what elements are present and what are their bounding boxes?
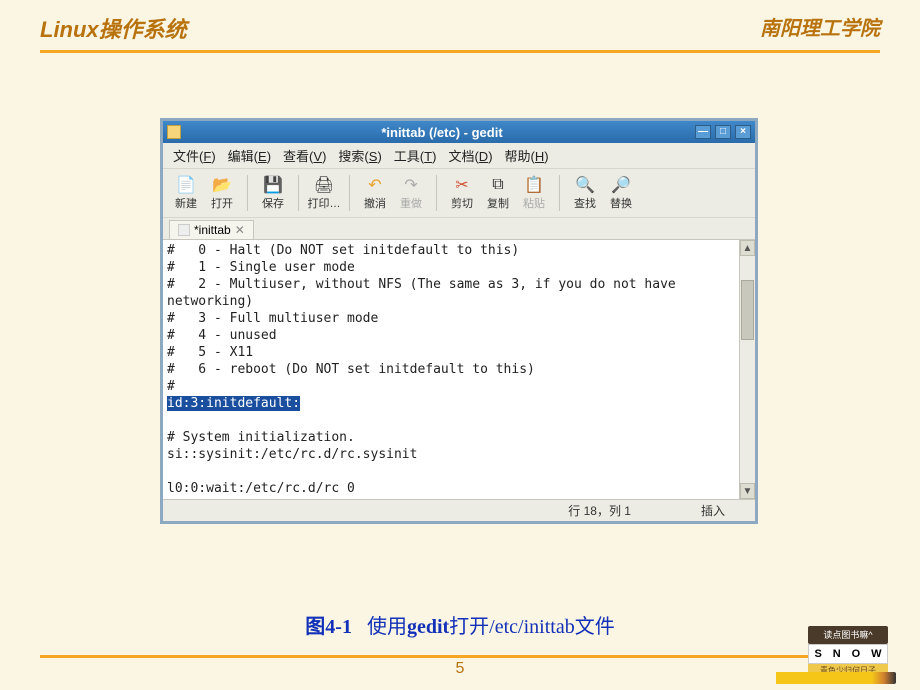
- document-icon: [178, 224, 190, 236]
- window-title: *inittab (/etc) - gedit: [189, 125, 695, 140]
- editor-body: # 0 - Halt (Do NOT set initdefault to th…: [163, 239, 755, 499]
- paste-icon: 📋: [523, 175, 545, 195]
- toolbar-separator: [247, 175, 248, 211]
- header-right: 南阳理工学院: [760, 12, 880, 44]
- menu-tools[interactable]: 工具(T): [394, 146, 437, 165]
- menu-view[interactable]: 查看(V): [283, 146, 326, 165]
- tab-label: *inittab: [194, 223, 231, 237]
- scrollbar-thumb[interactable]: [741, 280, 754, 340]
- maximize-button[interactable]: □: [715, 125, 731, 139]
- footer-rule: [40, 655, 880, 658]
- save-button[interactable]: 💾 保存: [256, 173, 290, 213]
- cut-icon: ✂: [451, 175, 473, 195]
- replace-icon: 🔎: [610, 175, 632, 195]
- toolbar-separator: [349, 175, 350, 211]
- save-icon: 💾: [262, 175, 284, 195]
- editor-textarea[interactable]: # 0 - Halt (Do NOT set initdefault to th…: [163, 240, 739, 499]
- open-folder-icon: 📂: [211, 175, 233, 195]
- undo-icon: ↶: [364, 175, 386, 195]
- titlebar[interactable]: *inittab (/etc) - gedit — □ ×: [163, 121, 755, 143]
- tab-close-icon[interactable]: ✕: [235, 223, 245, 237]
- undo-button[interactable]: ↶ 撤消: [358, 173, 392, 213]
- deco-snow: S N O W: [808, 644, 888, 664]
- scroll-down-arrow[interactable]: ▼: [740, 483, 755, 499]
- toolbar-separator: [436, 175, 437, 211]
- header-left: Linux操作系统: [40, 12, 187, 44]
- redo-icon: ↷: [400, 175, 422, 195]
- tab-inittab[interactable]: *inittab ✕: [169, 220, 254, 239]
- print-button[interactable]: 🖨 打印…: [307, 173, 341, 213]
- menu-docs[interactable]: 文档(D): [448, 146, 492, 165]
- menu-edit[interactable]: 编辑(E): [228, 146, 271, 165]
- replace-button[interactable]: 🔎 替换: [604, 173, 638, 213]
- cut-button[interactable]: ✂ 剪切: [445, 173, 479, 213]
- toolbar-separator: [298, 175, 299, 211]
- vertical-scrollbar[interactable]: ▲ ▼: [739, 240, 755, 499]
- toolbar-separator: [559, 175, 560, 211]
- open-button[interactable]: 📂 打开: [205, 173, 239, 213]
- menubar: 文件(F) 编辑(E) 查看(V) 搜索(S) 工具(T) 文档(D) 帮助(H…: [163, 143, 755, 169]
- paste-button[interactable]: 📋 粘贴: [517, 173, 551, 213]
- menu-search[interactable]: 搜索(S): [338, 146, 381, 165]
- minimize-button[interactable]: —: [695, 125, 711, 139]
- copy-button[interactable]: ⧉ 复制: [481, 173, 515, 213]
- scroll-up-arrow[interactable]: ▲: [740, 240, 755, 256]
- find-button[interactable]: 🔍 查找: [568, 173, 602, 213]
- tabbar: *inittab ✕: [163, 218, 755, 239]
- redo-button[interactable]: ↷ 重做: [394, 173, 428, 213]
- menu-file[interactable]: 文件(F): [173, 146, 216, 165]
- app-icon: [167, 125, 181, 139]
- gedit-window: *inittab (/etc) - gedit — □ × 文件(F) 编辑(E…: [160, 118, 758, 524]
- insert-mode: 插入: [701, 502, 725, 519]
- find-icon: 🔍: [574, 175, 596, 195]
- close-button[interactable]: ×: [735, 125, 751, 139]
- print-icon: 🖨: [313, 175, 335, 195]
- decorative-graphic: 读点图书嘛^ S N O W 青色少归何日子: [780, 612, 900, 682]
- menu-help[interactable]: 帮助(H): [505, 146, 549, 165]
- cursor-position: 行 18，列 1: [568, 502, 631, 519]
- new-button[interactable]: 📄 新建: [169, 173, 203, 213]
- header-rule: [40, 50, 880, 53]
- new-file-icon: 📄: [175, 175, 197, 195]
- pencil-icon: [776, 672, 896, 684]
- deco-sign: 读点图书嘛^: [808, 626, 888, 644]
- copy-icon: ⧉: [487, 175, 509, 195]
- toolbar: 📄 新建 📂 打开 💾 保存 🖨 打印… ↶: [163, 169, 755, 218]
- statusbar: 行 18，列 1 插入: [163, 499, 755, 521]
